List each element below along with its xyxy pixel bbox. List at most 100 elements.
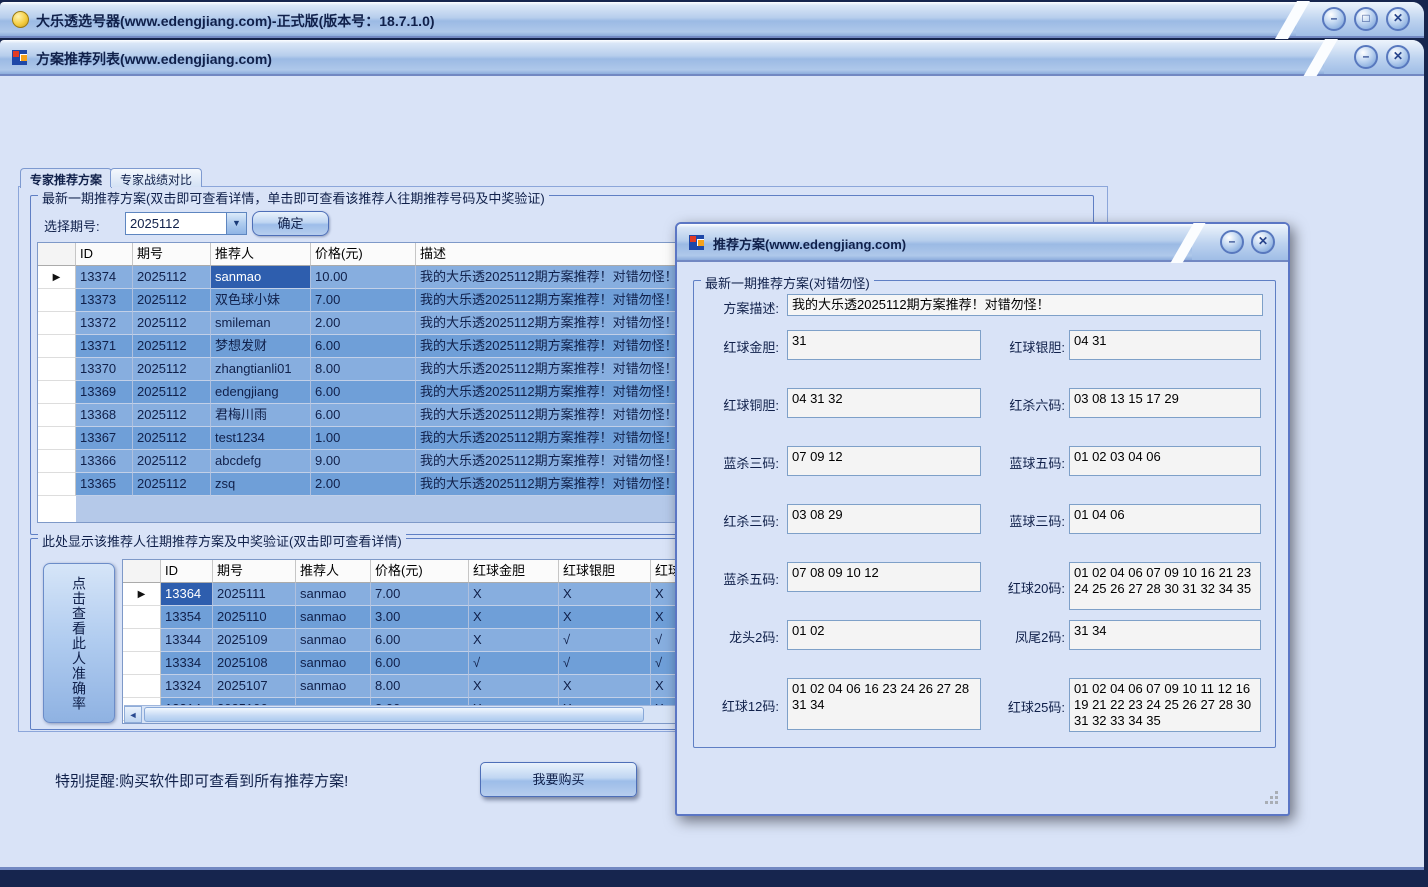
header-cell[interactable]: ID	[161, 560, 213, 583]
close-button[interactable]: ✕	[1386, 7, 1410, 31]
cell-price[interactable]: 2.00	[311, 473, 416, 496]
dialog-minimize-button[interactable]: –	[1220, 230, 1244, 254]
cell-recommender[interactable]: abcdefg	[211, 450, 311, 473]
dialog-titlebar[interactable]: 推荐方案(www.edengjiang.com) – ✕	[677, 224, 1288, 262]
header-selector-cell[interactable]	[123, 560, 161, 583]
chevron-down-icon[interactable]: ▼	[226, 213, 246, 234]
cell-silver[interactable]: √	[559, 652, 651, 675]
cell-recommender[interactable]: zhangtianli01	[211, 358, 311, 381]
cell-price[interactable]: 6.00	[311, 381, 416, 404]
horizontal-scrollbar[interactable]: ◄	[124, 705, 676, 723]
row-selector[interactable]	[38, 358, 76, 381]
cell-silver[interactable]: X	[559, 606, 651, 629]
child-close-button[interactable]: ✕	[1386, 45, 1410, 69]
cell-desc[interactable]: 我的大乐透2025112期方案推荐！对错勿怪！	[416, 335, 714, 358]
confirm-button[interactable]: 确定	[252, 211, 329, 236]
table-row[interactable]: 133242025107sanmao8.00XXX	[123, 675, 677, 698]
row-selector[interactable]	[123, 675, 161, 698]
buy-button[interactable]: 我要购买	[480, 762, 637, 797]
row-selector[interactable]	[38, 473, 76, 496]
table-row[interactable]: 133442025109sanmao6.00X√√	[123, 629, 677, 652]
table-row[interactable]: ▶133642025111sanmao7.00XXX	[123, 583, 677, 606]
cell-period[interactable]: 2025112	[133, 358, 211, 381]
cell-period[interactable]: 2025112	[133, 473, 211, 496]
scroll-left-icon[interactable]: ◄	[124, 706, 142, 723]
cell-desc[interactable]: 我的大乐透2025112期方案推荐！对错勿怪！	[416, 289, 714, 312]
row-selector[interactable]	[38, 289, 76, 312]
cell-period[interactable]: 2025112	[133, 381, 211, 404]
cell-id[interactable]: 13371	[76, 335, 133, 358]
row-selector[interactable]	[38, 312, 76, 335]
cell-recommender[interactable]: 梦想发财	[211, 335, 311, 358]
row-selector[interactable]	[38, 450, 76, 473]
field-box[interactable]: 01 02 04 06 16 23 24 26 27 28 31 34	[787, 678, 981, 730]
cell-desc[interactable]: 我的大乐透2025112期方案推荐！对错勿怪！	[416, 427, 714, 450]
cell-period[interactable]: 2025111	[213, 583, 296, 606]
cell-id[interactable]: 13367	[76, 427, 133, 450]
cell-price[interactable]: 10.00	[311, 266, 416, 289]
cell-price[interactable]: 1.00	[311, 427, 416, 450]
cell-id[interactable]: 13354	[161, 606, 213, 629]
row-selector[interactable]: ▶	[38, 266, 76, 289]
tab-expert-records[interactable]: 专家战绩对比	[110, 168, 202, 187]
field-box[interactable]: 31 34	[1069, 620, 1261, 650]
cell-period[interactable]: 2025110	[213, 606, 296, 629]
cell-id[interactable]: 13374	[76, 266, 133, 289]
table-row[interactable]: 133342025108sanmao6.00√√√	[123, 652, 677, 675]
cell-id[interactable]: 13370	[76, 358, 133, 381]
cell-id[interactable]: 13344	[161, 629, 213, 652]
cell-id[interactable]: 13372	[76, 312, 133, 335]
cell-desc[interactable]: 我的大乐透2025112期方案推荐！对错勿怪！	[416, 404, 714, 427]
cell-recommender[interactable]: sanmao	[296, 606, 371, 629]
cell-price[interactable]: 7.00	[371, 583, 469, 606]
field-box[interactable]: 04 31	[1069, 330, 1261, 360]
cell-period[interactable]: 2025112	[133, 312, 211, 335]
cell-id[interactable]: 13373	[76, 289, 133, 312]
cell-gold[interactable]: X	[469, 629, 559, 652]
cell-id[interactable]: 13369	[76, 381, 133, 404]
cell-id[interactable]: 13364	[161, 583, 213, 606]
cell-price[interactable]: 7.00	[311, 289, 416, 312]
cell-desc[interactable]: 我的大乐透2025112期方案推荐！对错勿怪！	[416, 358, 714, 381]
cell-period[interactable]: 2025107	[213, 675, 296, 698]
field-box[interactable]: 01 02	[787, 620, 981, 650]
row-selector[interactable]	[123, 606, 161, 629]
cell-id[interactable]: 13368	[76, 404, 133, 427]
accuracy-button[interactable]: 点击查看此人准确率	[43, 563, 115, 723]
row-selector[interactable]	[38, 381, 76, 404]
cell-recommender[interactable]: smileman	[211, 312, 311, 335]
cell-recommender[interactable]: 双色球小妹	[211, 289, 311, 312]
row-selector[interactable]	[38, 335, 76, 358]
cell-price[interactable]: 6.00	[311, 404, 416, 427]
cell-id[interactable]: 13366	[76, 450, 133, 473]
cell-recommender[interactable]: sanmao	[296, 652, 371, 675]
header-cell[interactable]: 期号	[213, 560, 296, 583]
cell-recommender[interactable]: sanmao	[211, 266, 311, 289]
header-cell[interactable]: 描述	[416, 243, 714, 266]
cell-id[interactable]: 13334	[161, 652, 213, 675]
cell-desc[interactable]: 我的大乐透2025112期方案推荐！对错勿怪！	[416, 473, 714, 496]
desc-box[interactable]: 我的大乐透2025112期方案推荐！对错勿怪！	[787, 294, 1263, 316]
cell-recommender[interactable]: sanmao	[296, 629, 371, 652]
cell-desc[interactable]: 我的大乐透2025112期方案推荐！对错勿怪！	[416, 266, 714, 289]
header-cell[interactable]: 推荐人	[296, 560, 371, 583]
field-box[interactable]: 01 02 04 06 07 09 10 16 21 23 24 25 26 2…	[1069, 562, 1261, 610]
cell-period[interactable]: 2025112	[133, 335, 211, 358]
cell-price[interactable]: 3.00	[371, 606, 469, 629]
row-selector[interactable]	[38, 427, 76, 450]
cell-period[interactable]: 2025108	[213, 652, 296, 675]
resize-grip[interactable]	[1265, 791, 1278, 804]
cell-silver[interactable]: X	[559, 583, 651, 606]
cell-copper[interactable]: X	[651, 583, 678, 606]
cell-gold[interactable]: √	[469, 652, 559, 675]
child-titlebar[interactable]: 方案推荐列表(www.edengjiang.com) – ✕	[0, 40, 1424, 76]
cell-price[interactable]: 6.00	[371, 652, 469, 675]
cell-gold[interactable]: X	[469, 675, 559, 698]
field-box[interactable]: 01 02 04 06 07 09 10 11 12 16 19 21 22 2…	[1069, 678, 1261, 732]
field-box[interactable]: 03 08 29	[787, 504, 981, 534]
header-selector-cell[interactable]	[38, 243, 76, 266]
header-cell[interactable]: 期号	[133, 243, 211, 266]
cell-price[interactable]: 8.00	[311, 358, 416, 381]
header-cell[interactable]: 价格(元)	[371, 560, 469, 583]
cell-price[interactable]: 6.00	[371, 629, 469, 652]
